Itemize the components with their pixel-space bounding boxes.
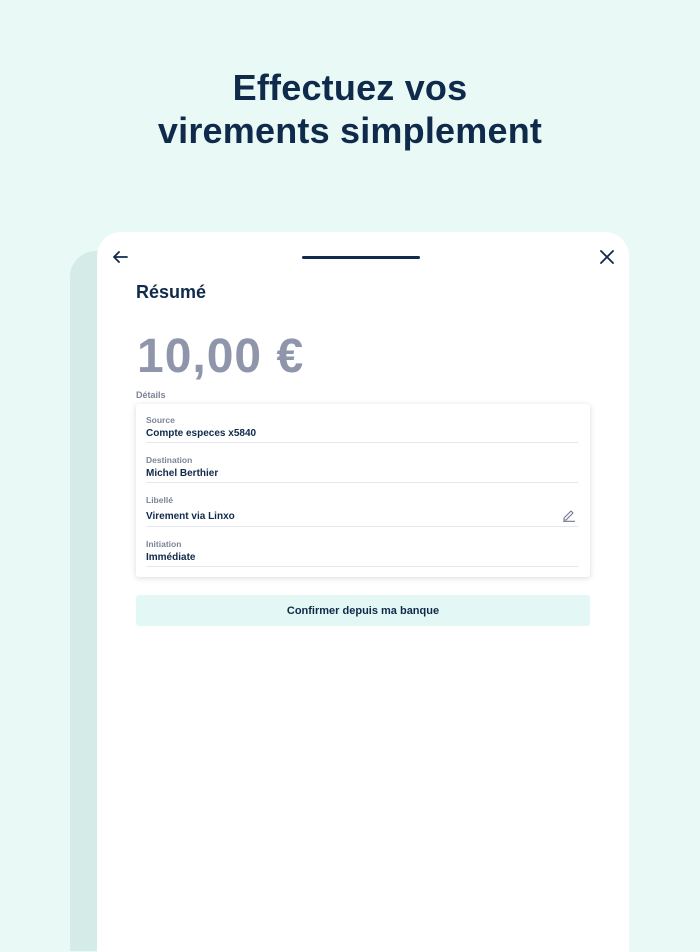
field-label: Libellé xyxy=(146,495,173,505)
page-title: Résumé xyxy=(136,282,207,302)
field-libelle[interactable]: Libellé Virement via Linxo xyxy=(146,495,578,527)
field-value: Compte especes x5840 xyxy=(146,428,257,439)
marketing-headline: Effectuez vos virements simplement xyxy=(0,66,700,152)
field-destination: Destination Michel Berthier xyxy=(146,455,578,483)
field-label: Destination xyxy=(146,455,193,465)
field-label: Initiation xyxy=(146,539,182,549)
details-box: Source Compte especes x5840 Destination … xyxy=(136,404,590,577)
confirm-button[interactable]: Confirmer depuis ma banque xyxy=(136,595,590,626)
close-icon[interactable] xyxy=(599,249,615,265)
field-divider xyxy=(146,566,578,567)
field-value: Michel Berthier xyxy=(146,468,219,479)
field-initiation: Initiation Immédiate xyxy=(146,539,578,567)
field-divider xyxy=(146,482,578,483)
field-value: Immédiate xyxy=(146,552,196,563)
details-label: Détails xyxy=(136,390,166,400)
sheet-drag-handle[interactable] xyxy=(302,256,420,259)
headline-line-1: Effectuez vos xyxy=(232,67,468,108)
field-value: Virement via Linxo xyxy=(146,511,235,522)
pencil-icon[interactable] xyxy=(562,508,576,522)
arrow-left-icon[interactable] xyxy=(111,248,129,266)
field-divider xyxy=(146,442,578,443)
field-label: Source xyxy=(146,415,175,425)
transfer-summary-sheet: Résumé 10,00 € Détails Source Compte esp… xyxy=(97,232,629,952)
transfer-amount: 10,00 € xyxy=(137,330,305,383)
field-source: Source Compte especes x5840 xyxy=(146,415,578,443)
field-divider xyxy=(146,526,578,527)
headline-line-2: virements simplement xyxy=(157,110,543,151)
